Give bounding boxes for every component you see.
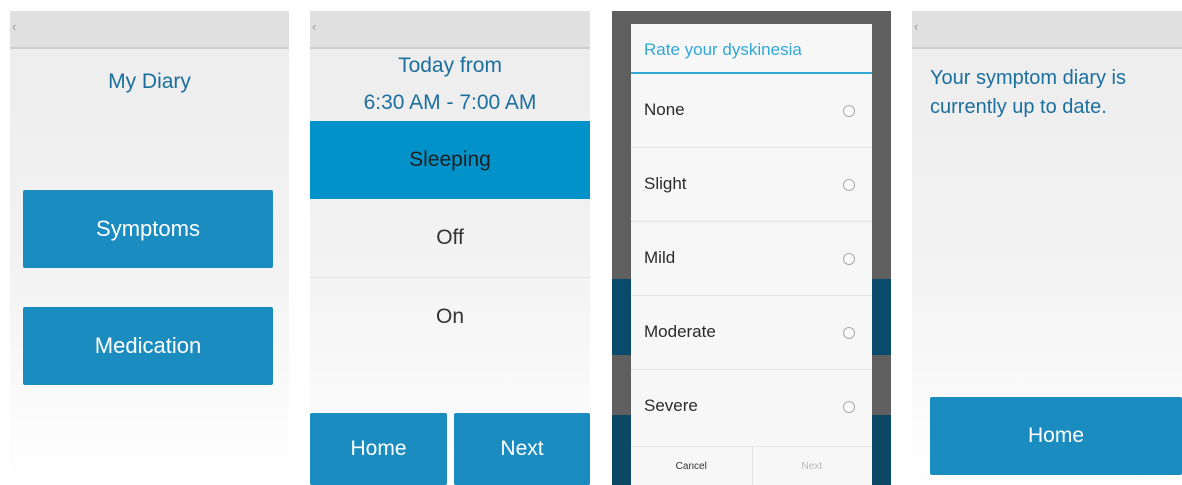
option-label: None <box>644 100 685 119</box>
option-label: Severe <box>644 396 698 415</box>
dialog-option-mild[interactable]: Mild <box>631 222 872 296</box>
radio-unchecked-icon[interactable] <box>843 179 855 191</box>
dialog-option-none[interactable]: None <box>631 74 872 148</box>
option-label: Slight <box>644 174 687 193</box>
option-on[interactable]: On <box>310 278 590 356</box>
dialog-option-slight[interactable]: Slight <box>631 148 872 222</box>
page-title-line1: Today from <box>398 54 502 77</box>
medication-button[interactable]: Medication <box>23 307 273 385</box>
option-label: Moderate <box>644 322 716 341</box>
rate-dialog: Rate your dyskinesia None Slight Mild Mo… <box>631 24 872 485</box>
dialog-next-button[interactable]: Next <box>752 447 873 485</box>
radio-unchecked-icon[interactable] <box>843 105 855 117</box>
page-title-line2: 6:30 AM - 7:00 AM <box>363 91 537 114</box>
top-bar: ‹ <box>912 11 1182 49</box>
back-chevron-icon[interactable]: ‹ <box>12 20 16 33</box>
page-title: My Diary <box>108 70 191 93</box>
option-label: Mild <box>644 248 676 267</box>
dialog-option-moderate[interactable]: Moderate <box>631 296 872 370</box>
top-bar: ‹ <box>310 11 590 49</box>
option-sleeping[interactable]: Sleeping <box>310 121 590 199</box>
radio-unchecked-icon[interactable] <box>843 401 855 413</box>
cancel-button[interactable]: Cancel <box>631 447 753 485</box>
home-button[interactable]: Home <box>930 397 1182 475</box>
radio-unchecked-icon[interactable] <box>843 253 855 265</box>
dialog-option-severe[interactable]: Severe <box>631 370 872 443</box>
screen-time-state: ‹ Today from 6:30 AM - 7:00 AM Sleeping … <box>310 11 590 485</box>
dialog-footer: Cancel Next <box>631 446 872 485</box>
status-message-line2: currently up to date. <box>930 96 1107 118</box>
screen-my-diary: ‹ My Diary Symptoms Medication <box>10 11 289 485</box>
symptoms-button[interactable]: Symptoms <box>23 190 273 268</box>
screen-dyskinesia-dialog: Rate your dyskinesia None Slight Mild Mo… <box>612 11 891 485</box>
screen-diary-up-to-date: ‹ Your symptom diary is currently up to … <box>912 11 1182 485</box>
back-chevron-icon[interactable]: ‹ <box>312 20 316 33</box>
radio-unchecked-icon[interactable] <box>843 327 855 339</box>
next-button[interactable]: Next <box>454 413 590 485</box>
option-off[interactable]: Off <box>310 199 590 277</box>
status-message-line1: Your symptom diary is <box>930 67 1126 89</box>
back-chevron-icon[interactable]: ‹ <box>914 20 918 33</box>
home-button[interactable]: Home <box>310 413 447 485</box>
top-bar: ‹ <box>10 11 289 49</box>
dialog-title: Rate your dyskinesia <box>644 40 802 59</box>
